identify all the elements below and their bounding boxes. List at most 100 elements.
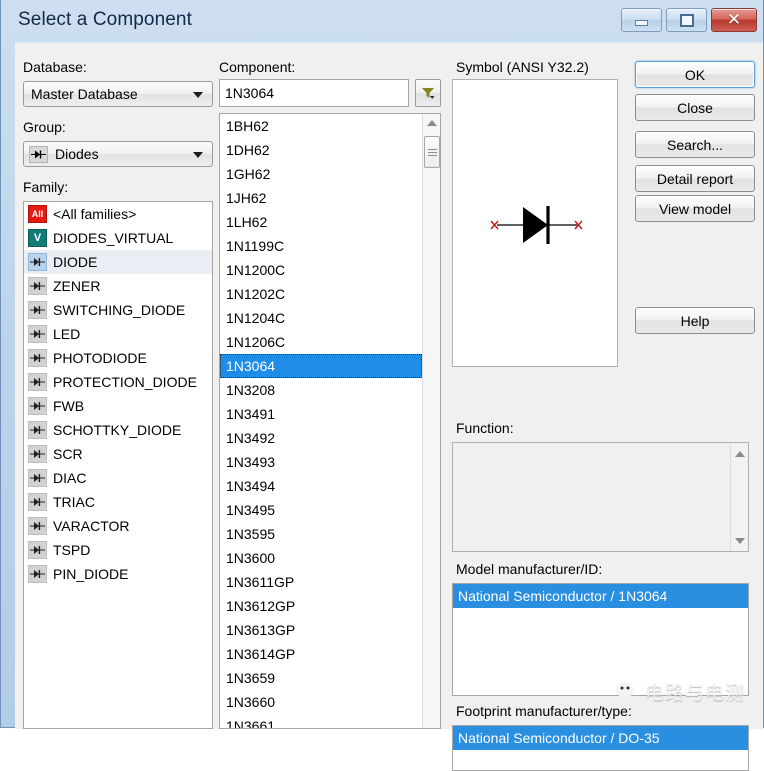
title-bar: Select a Component ✕ (1, 0, 763, 40)
switching-diode-icon (28, 301, 47, 319)
component-list-item[interactable]: 1DH62 (220, 138, 422, 162)
detail-report-button[interactable]: Detail report (635, 165, 755, 192)
search-button[interactable]: Search... (635, 131, 755, 158)
family-list-item[interactable]: PHOTODIODE (24, 346, 212, 370)
family-list-item[interactable]: DIAC (24, 466, 212, 490)
view-model-button[interactable]: View model (635, 195, 755, 222)
chevron-down-icon (193, 152, 203, 158)
scroll-up-button[interactable] (731, 445, 749, 462)
family-list-item[interactable]: SCHOTTKY_DIODE (24, 418, 212, 442)
ok-button[interactable]: OK (635, 61, 755, 88)
component-list-item[interactable]: 1N3495 (220, 498, 422, 522)
component-list-item[interactable]: 1N3064 (220, 354, 422, 378)
component-list-item[interactable]: 1N3208 (220, 378, 422, 402)
switching-diode-icon-glyph (30, 306, 45, 314)
family-list-item[interactable]: PIN_DIODE (24, 562, 212, 586)
family-list-item[interactable]: All <All families> (24, 202, 212, 226)
diode-glyph (31, 150, 46, 158)
filter-funnel-icon (422, 88, 435, 99)
scroll-up-button[interactable] (423, 114, 440, 131)
filter-button[interactable] (415, 79, 441, 107)
component-list-item[interactable]: 1N3595 (220, 522, 422, 546)
diode-symbol-svg (490, 206, 583, 244)
component-list-item[interactable]: 1N3492 (220, 426, 422, 450)
triac-icon-glyph (30, 498, 45, 506)
protection-diode-icon-glyph (30, 378, 45, 386)
family-list-item[interactable]: SWITCHING_DIODE (24, 298, 212, 322)
family-list-item[interactable]: PROTECTION_DIODE (24, 370, 212, 394)
footprint-manufacturer-listbox[interactable]: National Semiconductor / DO-35 (452, 725, 749, 771)
diode-group-icon (29, 145, 48, 163)
function-scrollbar[interactable] (730, 443, 748, 551)
scrollbar-thumb[interactable] (424, 136, 440, 168)
component-list-item[interactable]: 1N3494 (220, 474, 422, 498)
close-dialog-button[interactable]: Close (635, 94, 755, 121)
family-listbox[interactable]: All <All families> V DIODES_VIRTUAL DIODE ZEN… (23, 201, 213, 729)
triac-icon (28, 493, 47, 511)
family-list-item[interactable]: TSPD (24, 538, 212, 562)
family-list-item[interactable]: V DIODES_VIRTUAL (24, 226, 212, 250)
component-list-item[interactable]: 1N3613GP (220, 618, 422, 642)
minimize-icon (635, 20, 648, 26)
family-list-item-label: SCHOTTKY_DIODE (53, 422, 182, 438)
component-list-item[interactable]: 1N1206C (220, 330, 422, 354)
component-listbox[interactable]: 1BH62 1DH62 1GH62 1JH62 1LH62 1N1199C 1N1200C 1… (219, 113, 441, 729)
family-list-item[interactable]: TRIAC (24, 490, 212, 514)
virtual-diode-icon-text: V (33, 231, 42, 244)
component-list-item[interactable]: 1N1199C (220, 234, 422, 258)
model-manufacturer-listbox[interactable]: National Semiconductor / 1N3064 (452, 583, 749, 696)
component-list-item[interactable]: 1N3659 (220, 666, 422, 690)
component-list-item[interactable]: 1LH62 (220, 210, 422, 234)
family-list-item[interactable]: ZENER (24, 274, 212, 298)
family-list-item-label: SWITCHING_DIODE (53, 302, 186, 318)
footprint-manufacturer-list-item[interactable]: National Semiconductor / DO-35 (453, 726, 748, 750)
help-button[interactable]: Help (635, 307, 755, 334)
chevron-down-icon (735, 537, 745, 544)
component-list-item[interactable]: 1N3600 (220, 546, 422, 570)
component-list-item[interactable]: 1N3612GP (220, 594, 422, 618)
component-list-item[interactable]: 1GH62 (220, 162, 422, 186)
schottky-diode-icon (28, 421, 47, 439)
component-list-scrollbar[interactable] (422, 114, 440, 728)
grip-lines-icon (427, 147, 437, 158)
model-manufacturer-list-item[interactable]: National Semiconductor / 1N3064 (453, 584, 748, 608)
minimize-button[interactable] (621, 8, 662, 32)
component-list-item[interactable]: 1N3491 (220, 402, 422, 426)
scroll-down-button[interactable] (731, 532, 749, 549)
maximize-button[interactable] (666, 8, 707, 32)
function-textbox[interactable] (452, 442, 749, 552)
family-list-item-label: TRIAC (53, 494, 95, 510)
group-combo[interactable]: Diodes (23, 141, 213, 167)
component-list-item[interactable]: 1N3611GP (220, 570, 422, 594)
photodiode-icon (28, 349, 47, 367)
component-list-item[interactable]: 1N3661 (220, 714, 422, 728)
select-component-dialog: Select a Component ✕ Database: Master Da… (0, 0, 764, 771)
component-list-item[interactable]: 1N3614GP (220, 642, 422, 666)
component-input[interactable]: 1N3064 (219, 79, 409, 107)
database-combo[interactable]: Master Database (23, 81, 213, 107)
component-list-item[interactable]: 1N1200C (220, 258, 422, 282)
family-list-item[interactable]: VARACTOR (24, 514, 212, 538)
close-icon: ✕ (726, 9, 742, 30)
component-list-item[interactable]: 1N3660 (220, 690, 422, 714)
diode-icon-glyph (30, 258, 45, 266)
component-list-item[interactable]: 1BH62 (220, 114, 422, 138)
family-list-item-label: PIN_DIODE (53, 566, 129, 582)
component-list-item[interactable]: 1N3493 (220, 450, 422, 474)
close-button[interactable]: ✕ (711, 8, 757, 32)
component-list-item[interactable]: 1JH62 (220, 186, 422, 210)
family-list-item-label: DIODE (53, 254, 98, 270)
all-families-icon: All (28, 205, 47, 223)
maximize-icon (679, 13, 694, 27)
family-list-item[interactable]: DIODE (24, 250, 212, 274)
family-list-item[interactable]: FWB (24, 394, 212, 418)
component-list-item[interactable]: 1N1202C (220, 282, 422, 306)
symbol-label: Symbol (ANSI Y32.2) (456, 59, 589, 75)
family-list-item[interactable]: SCR (24, 442, 212, 466)
family-list-item[interactable]: LED (24, 322, 212, 346)
chevron-down-icon (193, 92, 203, 98)
tspd-icon-glyph (30, 546, 45, 554)
family-list-item-label: TSPD (53, 542, 91, 558)
component-list-item[interactable]: 1N1204C (220, 306, 422, 330)
pin-diode-icon-glyph (30, 570, 45, 578)
